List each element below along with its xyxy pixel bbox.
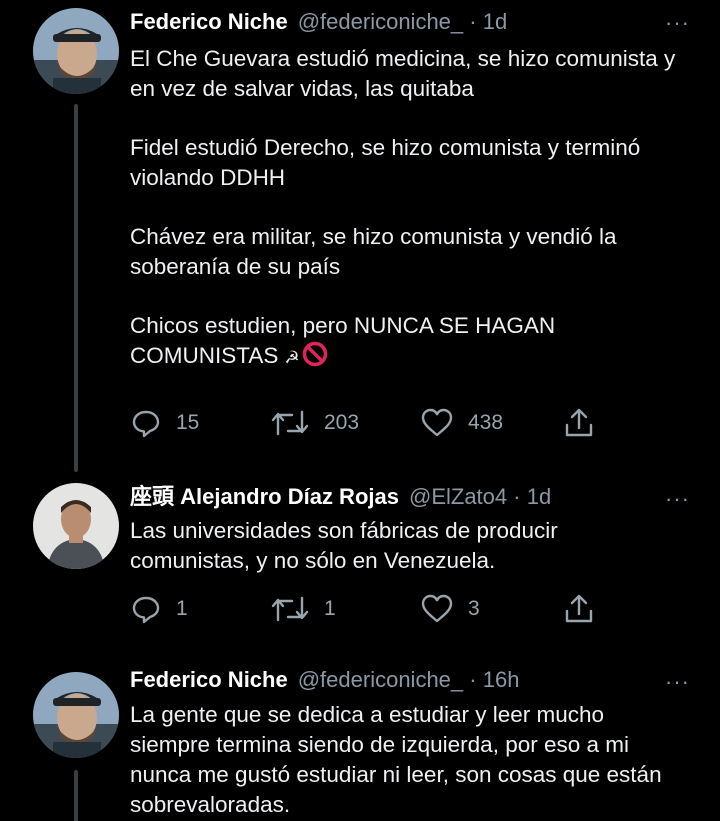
tweet-2[interactable]: 座頭 Alejandro Díaz Rojas @ElZato4 · 1d ··…: [0, 478, 720, 658]
tweet-paragraph: Chávez era militar, se hizo comunista y …: [130, 224, 617, 279]
like-count: 438: [468, 411, 504, 434]
tweet-actions: 15 203 438: [130, 405, 610, 441]
tweet-actions: 1 1 3: [130, 591, 610, 627]
more-options-button[interactable]: ···: [665, 667, 690, 697]
retweet-icon: [271, 410, 309, 436]
share-icon: [565, 408, 593, 437]
tweet-header: Federico Niche @federiconiche_ · 16h: [130, 663, 519, 697]
tweet-paragraph: Fidel estudió Derecho, se hizo comunista…: [130, 135, 641, 190]
avatar[interactable]: [33, 483, 119, 569]
tweet-paragraph: La gente que se dedica a estudiar y leer…: [130, 702, 662, 817]
timestamp[interactable]: · 16h: [469, 667, 519, 692]
like-button[interactable]: 3: [420, 591, 480, 627]
display-name[interactable]: Federico Niche: [130, 663, 288, 697]
like-count: 3: [468, 597, 480, 620]
heart-icon: [421, 408, 453, 437]
reply-count: 1: [176, 597, 188, 620]
thread-line: [74, 770, 78, 821]
tweet-text: El Che Guevara estudió medicina, se hizo…: [130, 44, 690, 373]
timestamp[interactable]: · 1d: [469, 9, 507, 34]
tweet-3[interactable]: Federico Niche @federiconiche_ · 16h ···…: [0, 660, 720, 821]
reply-button[interactable]: 1: [130, 591, 188, 627]
tweet-header: Federico Niche @federiconiche_ · 1d: [130, 5, 507, 39]
reply-button[interactable]: 15: [130, 405, 199, 441]
display-name[interactable]: Federico Niche: [130, 5, 288, 39]
tweet-paragraph: El Che Guevara estudió medicina, se hizo…: [130, 46, 676, 101]
avatar[interactable]: [33, 8, 119, 94]
retweet-count: 1: [324, 597, 336, 620]
heart-icon: [421, 594, 453, 623]
more-options-button[interactable]: ···: [665, 8, 690, 38]
handle[interactable]: @federiconiche_: [298, 667, 463, 692]
retweet-count: 203: [324, 411, 360, 434]
prohibited-emoji: [302, 341, 328, 367]
display-name[interactable]: 座頭 Alejandro Díaz Rojas: [130, 480, 399, 514]
tweet-1[interactable]: Federico Niche @federiconiche_ · 1d ··· …: [0, 0, 720, 472]
handle-time: @ElZato4 · 1d: [409, 480, 551, 514]
tweet-paragraph: Chicos estudien, pero NUNCA SE HAGAN COM…: [130, 313, 556, 368]
avatar[interactable]: [33, 672, 119, 758]
tweet-text: La gente que se dedica a estudiar y leer…: [130, 700, 675, 820]
reply-count: 15: [176, 411, 200, 434]
share-button[interactable]: [562, 405, 596, 441]
retweet-button[interactable]: 1: [270, 591, 336, 627]
handle-time: @federiconiche_ · 1d: [298, 5, 507, 39]
more-options-button[interactable]: ···: [665, 484, 690, 514]
share-button[interactable]: [562, 591, 596, 627]
retweet-icon: [271, 596, 309, 622]
tweet-text: Las universidades son fábricas de produc…: [130, 516, 630, 576]
name-prefix: 座頭: [130, 484, 175, 509]
hammer-sickle-emoji: ☭: [284, 348, 300, 367]
share-icon: [565, 594, 593, 623]
avatar-image: [33, 483, 119, 569]
reply-icon: [132, 596, 160, 624]
handle[interactable]: @federiconiche_: [298, 9, 463, 34]
timestamp[interactable]: · 1d: [513, 484, 551, 509]
like-button[interactable]: 438: [420, 405, 503, 441]
handle-time: @federiconiche_ · 16h: [298, 663, 520, 697]
handle[interactable]: @ElZato4: [409, 484, 507, 509]
avatar-image: [33, 8, 119, 94]
tweet-paragraph: Las universidades son fábricas de produc…: [130, 518, 558, 573]
avatar-image: [33, 672, 119, 758]
reply-icon: [132, 410, 160, 438]
tweet-header: 座頭 Alejandro Díaz Rojas @ElZato4 · 1d: [130, 480, 551, 514]
retweet-button[interactable]: 203: [270, 405, 359, 441]
thread-line: [74, 104, 78, 472]
